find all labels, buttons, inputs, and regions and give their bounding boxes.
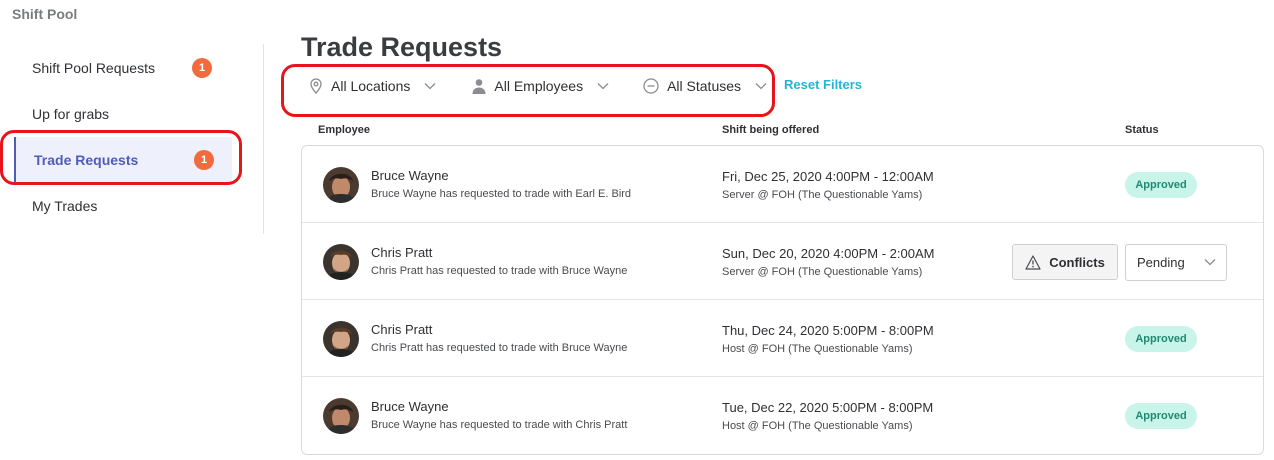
shift-time: Fri, Dec 25, 2020 4:00PM - 12:00AM (722, 169, 934, 184)
filter-bar: All Locations All Employees All Statuses (300, 68, 767, 104)
status-select-value: Pending (1137, 255, 1185, 270)
avatar (323, 398, 359, 434)
chevron-down-icon (597, 82, 609, 90)
employee-name: Chris Pratt (371, 245, 433, 260)
request-description: Chris Pratt has requested to trade with … (371, 265, 628, 277)
sidebar-item-label: Up for grabs (32, 106, 110, 122)
chevron-down-icon (1204, 258, 1216, 266)
status-badge: Approved (1125, 172, 1197, 198)
conflicts-button[interactable]: Conflicts (1012, 244, 1118, 280)
status-badge: Approved (1125, 326, 1197, 352)
person-icon (472, 78, 486, 94)
employee-name: Bruce Wayne (371, 399, 449, 414)
column-header-employee: Employee (318, 124, 370, 136)
sidebar: Shift Pool Requests 1 Up for grabs Trade… (0, 44, 264, 234)
column-header-status: Status (1125, 124, 1159, 136)
warning-icon (1025, 254, 1041, 270)
sidebar-item-trade-requests[interactable]: Trade Requests 1 (14, 137, 232, 183)
shift-position: Host @ FOH (The Questionable Yams) (722, 420, 913, 432)
conflicts-label: Conflicts (1049, 254, 1105, 270)
shift-position: Host @ FOH (The Questionable Yams) (722, 343, 913, 355)
request-description: Bruce Wayne has requested to trade with … (371, 188, 632, 200)
shift-position: Server @ FOH (The Questionable Yams) (722, 266, 923, 278)
shift-time: Tue, Dec 22, 2020 5:00PM - 8:00PM (722, 400, 934, 415)
sidebar-item-up-for-grabs[interactable]: Up for grabs (14, 91, 232, 137)
employee-filter[interactable]: All Employees (472, 78, 609, 94)
table-row[interactable]: Chris Pratt Chris Pratt has requested to… (302, 223, 1263, 300)
count-badge: 1 (194, 150, 214, 170)
location-filter[interactable]: All Locations (309, 78, 436, 94)
request-description: Bruce Wayne has requested to trade with … (371, 419, 628, 431)
sidebar-item-label: My Trades (32, 198, 98, 214)
request-description: Chris Pratt has requested to trade with … (371, 342, 628, 354)
chevron-down-icon (755, 82, 767, 90)
status-badge: Approved (1125, 403, 1197, 429)
employee-filter-label: All Employees (494, 78, 584, 94)
status-filter-label: All Statuses (667, 78, 742, 94)
sidebar-item-shift-pool-requests[interactable]: Shift Pool Requests 1 (14, 45, 232, 91)
status-filter[interactable]: All Statuses (643, 78, 767, 94)
table-row[interactable]: Bruce Wayne Bruce Wayne has requested to… (302, 377, 1263, 454)
location-filter-label: All Locations (331, 78, 411, 94)
table-row[interactable]: Chris Pratt Chris Pratt has requested to… (302, 300, 1263, 377)
app-title: Shift Pool (12, 6, 78, 22)
count-badge: 1 (192, 58, 212, 78)
trade-requests-table: Bruce Wayne Bruce Wayne has requested to… (301, 145, 1264, 455)
sidebar-item-label: Shift Pool Requests (32, 60, 155, 76)
shift-time: Thu, Dec 24, 2020 5:00PM - 8:00PM (722, 323, 934, 338)
location-pin-icon (309, 78, 323, 94)
shift-position: Server @ FOH (The Questionable Yams) (722, 189, 923, 201)
employee-name: Chris Pratt (371, 322, 433, 337)
avatar (323, 167, 359, 203)
column-header-shift: Shift being offered (722, 124, 820, 136)
employee-name: Bruce Wayne (371, 168, 449, 183)
avatar (323, 321, 359, 357)
minus-circle-icon (643, 78, 659, 94)
sidebar-item-label: Trade Requests (34, 152, 139, 168)
page-title: Trade Requests (301, 32, 503, 62)
table-row[interactable]: Bruce Wayne Bruce Wayne has requested to… (302, 146, 1263, 223)
sidebar-item-my-trades[interactable]: My Trades (14, 183, 232, 229)
chevron-down-icon (424, 82, 436, 90)
status-select[interactable]: Pending (1125, 244, 1227, 281)
shift-time: Sun, Dec 20, 2020 4:00PM - 2:00AM (722, 246, 935, 261)
avatar (323, 244, 359, 280)
reset-filters-link[interactable]: Reset Filters (784, 77, 862, 92)
